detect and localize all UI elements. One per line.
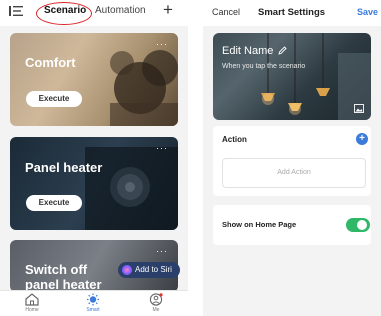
add-action-button[interactable]: Add Action [222,158,366,188]
tab-automation[interactable]: Automation [95,5,146,16]
add-to-siri-button[interactable]: Add to Siri [118,262,180,278]
action-panel: Action + Add Action [213,126,371,196]
page-title: Smart Settings [258,7,326,18]
image-icon[interactable] [354,104,364,113]
tab-smart-label: Smart [86,307,100,313]
execute-button[interactable]: Execute [26,195,82,211]
card-title: Panel heater [25,160,103,175]
siri-label: Add to Siri [135,265,172,274]
plus-icon[interactable]: + [163,0,173,20]
bottom-tab-bar: Home Smart Me [0,290,188,316]
add-icon[interactable]: + [356,133,368,145]
tab-me-label: Me [152,307,160,313]
more-icon[interactable]: ··· [156,143,168,153]
scenario-subtitle: When you tap the scenario [222,63,306,70]
tab-smart[interactable]: Smart [73,293,113,313]
save-button[interactable]: Save [357,7,378,17]
me-icon [149,293,163,306]
siri-icon [122,265,132,275]
cancel-button[interactable]: Cancel [212,7,240,17]
scenario-name: Edit Name [222,45,274,57]
card-title: Comfort [25,55,76,70]
show-on-home-row: Show on Home Page [213,205,371,245]
top-bar: Scenario Automation + [0,0,188,26]
settings-header: Cancel Smart Settings Save [203,0,381,26]
more-icon[interactable]: ··· [156,39,168,49]
comfort-background [110,50,178,126]
tab-scenario[interactable]: Scenario [44,5,86,16]
scenario-screen: Scenario Automation + ··· Comfort Execut… [0,0,188,316]
card-title: Switch off panel heater [25,262,102,292]
action-label: Action [222,135,247,144]
heater-background [85,147,178,230]
toggle-knob [357,220,367,230]
smart-settings-screen: Cancel Smart Settings Save Edit Name Whe… [203,0,381,316]
scenario-card-comfort[interactable]: ··· Comfort Execute [10,33,178,126]
tab-me[interactable]: Me [136,293,176,313]
list-icon[interactable] [9,5,23,17]
show-on-home-toggle[interactable] [346,218,370,232]
pencil-icon [278,46,288,55]
tab-home[interactable]: Home [12,293,52,313]
smart-icon [87,293,99,306]
more-icon[interactable]: ··· [156,246,168,256]
execute-button[interactable]: Execute [26,91,82,107]
edit-name-label[interactable]: Edit Name [222,45,288,57]
show-on-home-label: Show on Home Page [222,220,297,229]
scenario-card-panel-heater[interactable]: ··· Panel heater Execute [10,137,178,230]
tab-home-label: Home [25,307,39,313]
home-icon [25,293,39,306]
scenario-cover-image[interactable]: Edit Name When you tap the scenario [213,33,371,120]
